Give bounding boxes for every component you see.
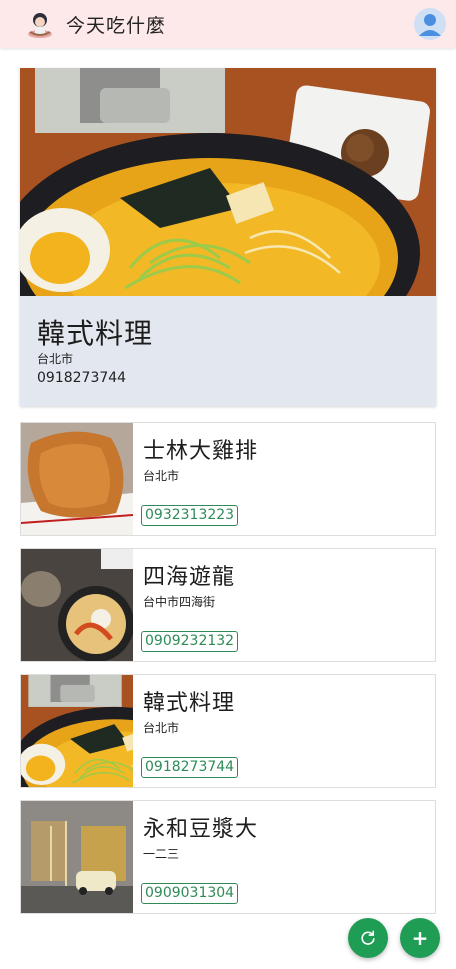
restaurant-phone-badge[interactable]: 0909031304 bbox=[141, 883, 239, 904]
featured-name: 韓式料理 bbox=[37, 317, 154, 350]
restaurant-card[interactable]: 韓式料理 台北市 0918273744 bbox=[20, 674, 436, 788]
restaurant-city: 台北市 bbox=[143, 469, 180, 483]
add-restaurant-button[interactable]: + bbox=[400, 918, 440, 958]
restaurant-card[interactable]: 永和豆漿大 一二三 0909031304 bbox=[20, 800, 436, 914]
app-title: 今天吃什麼 bbox=[66, 14, 167, 37]
restaurant-phone-badge[interactable]: 0909232132 bbox=[141, 631, 239, 652]
refresh-icon bbox=[361, 930, 375, 945]
shop-street-photo bbox=[21, 801, 133, 913]
ramen-bowl-photo bbox=[20, 68, 436, 296]
restaurant-card[interactable]: 四海遊龍 台中市四海街 0909232132 bbox=[20, 548, 436, 662]
restaurant-name: 韓式料理 bbox=[143, 691, 236, 716]
plus-icon: + bbox=[411, 926, 429, 950]
restaurant-phone-badge[interactable]: 0932313223 bbox=[141, 505, 239, 526]
featured-city: 台北市 bbox=[37, 352, 74, 366]
restaurant-card[interactable]: 士林大雞排 台北市 0932313223 bbox=[20, 422, 436, 536]
restaurant-name: 四海遊龍 bbox=[143, 565, 236, 590]
restaurant-phone-badge[interactable]: 0918273744 bbox=[141, 757, 239, 778]
bibimbap-meal-photo bbox=[21, 549, 133, 661]
fried-chicken-cutlet-photo bbox=[21, 423, 133, 535]
refresh-button[interactable] bbox=[348, 918, 388, 958]
user-avatar-icon[interactable] bbox=[414, 8, 446, 40]
restaurant-name: 士林大雞排 bbox=[143, 439, 259, 464]
restaurant-city: 台北市 bbox=[143, 721, 180, 735]
featured-restaurant-card[interactable]: 韓式料理 台北市 0918273744 bbox=[20, 68, 436, 406]
restaurant-city: 台中市四海街 bbox=[143, 595, 216, 609]
restaurant-city: 一二三 bbox=[143, 847, 180, 861]
featured-phone: 0918273744 bbox=[37, 370, 127, 386]
restaurant-name: 永和豆漿大 bbox=[143, 817, 259, 842]
app-header: 今天吃什麼 bbox=[0, 0, 456, 48]
girl-eating-ramen-icon bbox=[28, 13, 52, 38]
ramen-bowl-photo bbox=[21, 675, 133, 787]
